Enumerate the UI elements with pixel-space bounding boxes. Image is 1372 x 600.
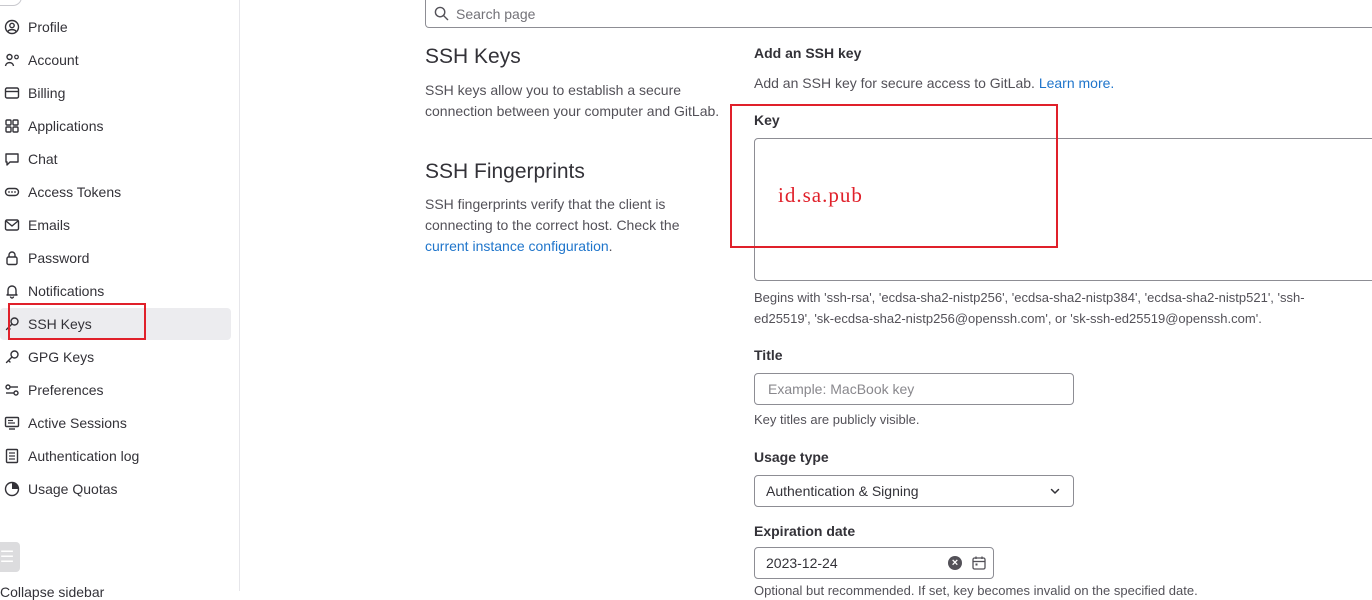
sidebar-item-preferences[interactable]: Preferences [0, 374, 231, 406]
sidebar-item-label: GPG Keys [28, 349, 95, 365]
sidebar-item-label: Account [28, 52, 79, 68]
sidebar-item-label: Authentication log [28, 448, 140, 464]
billing-icon [4, 85, 20, 101]
title-field[interactable] [754, 373, 1074, 405]
expiration-date-label: Expiration date [754, 523, 856, 539]
ssh-fingerprints-description: SSH fingerprints verify that the client … [425, 194, 695, 257]
sidebar-top-control[interactable] [0, 0, 22, 6]
collapse-sidebar-button[interactable]: ☰ [0, 542, 20, 572]
usage-type-value: Authentication & Signing [766, 483, 919, 499]
sidebar-item-applications[interactable]: Applications [0, 110, 231, 142]
sidebar-item-usage-quotas[interactable]: Usage Quotas [0, 473, 231, 505]
lock-icon [4, 250, 20, 266]
clear-date-icon[interactable]: × [948, 556, 962, 570]
key-help-text: Begins with 'ssh-rsa', 'ecdsa-sha2-nistp… [754, 290, 1305, 326]
mail-icon [4, 217, 20, 233]
sidebar-item-authentication-log[interactable]: Authentication log [0, 440, 231, 472]
profile-icon [4, 19, 20, 35]
sidebar-item-label: Profile [28, 19, 68, 35]
title-label: Title [754, 347, 783, 363]
instance-configuration-link[interactable]: current instance configuration [425, 238, 609, 254]
search-icon [434, 6, 449, 21]
preferences-icon [4, 382, 20, 398]
sidebar-item-active-sessions[interactable]: Active Sessions [0, 407, 231, 439]
fingerprints-text: SSH fingerprints verify that the client … [425, 196, 680, 233]
token-icon [4, 184, 20, 200]
quota-icon [4, 481, 20, 497]
collapse-icon: ☰ [0, 549, 15, 566]
search-input[interactable] [454, 4, 958, 23]
sidebar-item-emails[interactable]: Emails [0, 209, 231, 241]
key-textarea[interactable] [754, 138, 1372, 281]
chat-icon [4, 151, 20, 167]
applications-icon [4, 118, 20, 134]
chevron-down-icon [1049, 485, 1061, 497]
sidebar-item-label: Usage Quotas [28, 481, 118, 497]
monitor-icon [4, 415, 20, 431]
learn-more-link[interactable]: Learn more. [1039, 75, 1114, 91]
log-icon [4, 448, 20, 464]
sidebar-item-label: Access Tokens [28, 184, 122, 200]
intro-text: Add an SSH key for secure access to GitL… [754, 75, 1035, 91]
sidebar-item-label: Chat [28, 151, 58, 167]
usage-type-label: Usage type [754, 449, 829, 465]
sidebar-item-notifications[interactable]: Notifications [0, 275, 231, 307]
sidebar-item-label: Applications [28, 118, 104, 134]
sidebar-item-gpg-keys[interactable]: GPG Keys [0, 341, 231, 373]
collapse-sidebar-label[interactable]: Collapse sidebar [0, 584, 104, 600]
sidebar-item-label: SSH Keys [28, 316, 92, 332]
add-ssh-key-heading: Add an SSH key [754, 45, 862, 61]
sidebar-item-profile[interactable]: Profile [0, 11, 231, 43]
sidebar-item-ssh-keys[interactable]: SSH Keys [0, 308, 231, 340]
sidebar-item-label: Notifications [28, 283, 105, 299]
sidebar-item-label: Emails [28, 217, 71, 233]
bell-icon [4, 283, 20, 299]
sidebar-item-account[interactable]: Account [0, 44, 231, 76]
sidebar-item-chat[interactable]: Chat [0, 143, 231, 175]
sidebar-item-label: Preferences [28, 382, 104, 398]
sidebar-item-label: Active Sessions [28, 415, 127, 431]
settings-sidebar: Profile Account Billing Applications Chat Acc… [0, 0, 240, 600]
sidebar-item-billing[interactable]: Billing [0, 77, 231, 109]
ssh-keys-title: SSH Keys [425, 45, 521, 68]
title-help-text: Key titles are publicly visible. [754, 412, 920, 427]
account-icon [4, 52, 20, 68]
sidebar-item-password[interactable]: Password [0, 242, 231, 274]
expiration-date-value: 2023-12-24 [766, 555, 838, 571]
fingerprints-suffix: . [608, 238, 613, 254]
search-bar[interactable] [425, 0, 1372, 28]
sidebar-item-access-tokens[interactable]: Access Tokens [0, 176, 231, 208]
expiration-date-field[interactable]: 2023-12-24 × [754, 547, 994, 579]
usage-type-select[interactable]: Authentication & Signing [754, 475, 1074, 507]
title-input[interactable] [766, 380, 1050, 398]
key-label: Key [754, 112, 780, 128]
ssh-fingerprints-title: SSH Fingerprints [425, 160, 585, 183]
key-icon [4, 349, 20, 365]
ssh-keys-description: SSH keys allow you to establish a secure… [425, 82, 720, 119]
key-annotation-text: id.sa.pub [778, 183, 863, 207]
add-ssh-key-intro: Add an SSH key for secure access to GitL… [754, 75, 1114, 91]
sidebar-item-label: Billing [28, 85, 66, 101]
calendar-icon[interactable] [971, 555, 987, 571]
key-icon [4, 316, 20, 332]
sidebar-item-label: Password [28, 250, 90, 266]
